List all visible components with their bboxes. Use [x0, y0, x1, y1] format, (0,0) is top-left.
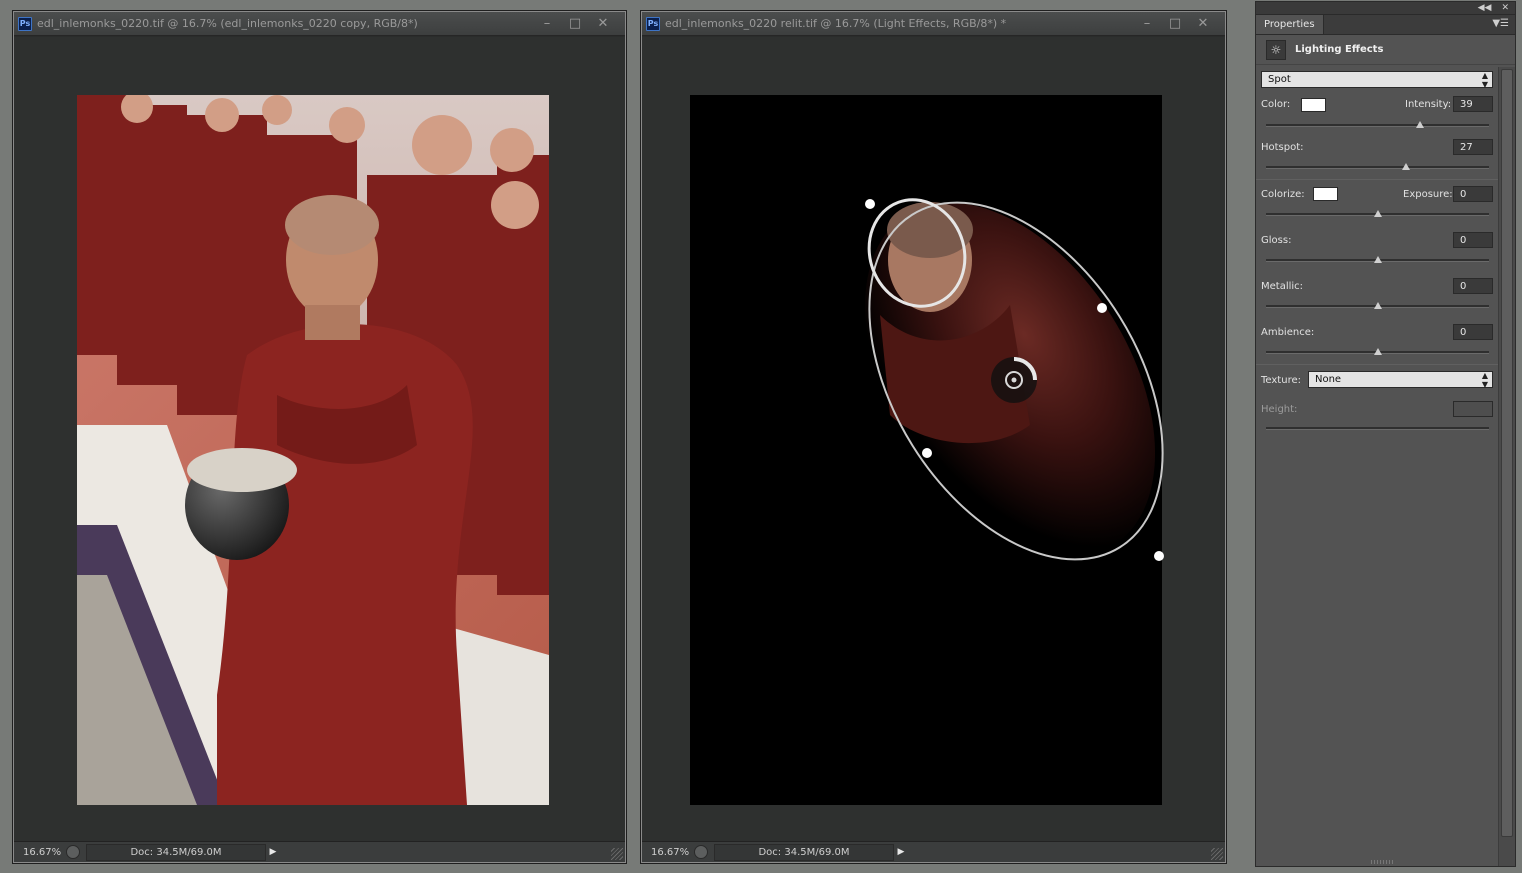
hotspot-label: Hotspot: — [1261, 142, 1304, 153]
resize-grip-icon[interactable] — [611, 848, 623, 860]
ambience-slider[interactable] — [1266, 348, 1489, 355]
photoshop-icon: Ps — [646, 16, 660, 31]
height-label: Height: — [1261, 404, 1298, 415]
window-title: edl_inlemonks_0220.tif @ 16.7% (edl_inle… — [37, 17, 418, 30]
document-window-original[interactable]: Ps edl_inlemonks_0220.tif @ 16.7% (edl_i… — [12, 10, 627, 864]
minimize-button[interactable]: – — [1133, 14, 1161, 34]
panel-tabbar: Properties ▼☰ — [1256, 15, 1515, 35]
spot-handle-top[interactable] — [865, 199, 875, 209]
intensity-label: Intensity: — [1405, 99, 1452, 110]
close-button[interactable]: ✕ — [1189, 14, 1217, 34]
panel-header-label: Lighting Effects — [1295, 44, 1384, 55]
properties-panel[interactable]: ◀◀ ✕ Properties ▼☰ ☼ Lighting Effects Sp… — [1255, 1, 1516, 867]
metallic-input[interactable]: 0 — [1453, 278, 1493, 294]
height-input — [1453, 401, 1493, 417]
panel-menu-icon[interactable]: ▼☰ — [1492, 18, 1509, 29]
maximize-button[interactable]: □ — [561, 14, 589, 34]
gloss-input[interactable]: 0 — [1453, 232, 1493, 248]
panel-resize-grip-icon[interactable] — [1371, 860, 1395, 864]
window-title: edl_inlemonks_0220 relit.tif @ 16.7% (Li… — [665, 17, 1007, 30]
maximize-button[interactable]: □ — [1161, 14, 1189, 34]
exposure-label: Exposure: — [1403, 189, 1453, 200]
exposure-input[interactable]: 0 — [1453, 186, 1493, 202]
spot-handle-bottom[interactable] — [1154, 551, 1164, 561]
texture-value: None — [1315, 374, 1342, 385]
panel-header: ☼ Lighting Effects — [1256, 35, 1515, 65]
close-button[interactable]: ✕ — [589, 14, 617, 34]
light-type-select[interactable]: Spot ▲ ▼ — [1261, 70, 1493, 89]
tab-properties[interactable]: Properties — [1256, 15, 1324, 34]
select-arrows-icon: ▲ ▼ — [1481, 70, 1488, 89]
light-center-icon[interactable] — [991, 357, 1037, 403]
photoshop-icon: Ps — [18, 16, 32, 31]
window-titlebar[interactable]: Ps edl_inlemonks_0220.tif @ 16.7% (edl_i… — [14, 12, 625, 36]
status-info-icon[interactable] — [66, 845, 80, 859]
gloss-label: Gloss: — [1261, 235, 1292, 246]
status-menu-arrow-icon[interactable]: ▶ — [894, 844, 908, 861]
panel-scrollbar[interactable] — [1498, 67, 1515, 866]
lighting-effects-icon: ☼ — [1266, 39, 1286, 60]
texture-select[interactable]: None ▲ ▼ — [1308, 370, 1493, 389]
doc-size-info: Doc: 34.5M/69.0M — [86, 843, 266, 861]
ambience-label: Ambience: — [1261, 327, 1315, 338]
resize-grip-icon[interactable] — [1211, 848, 1223, 860]
canvas-area[interactable] — [642, 37, 1225, 841]
spot-handle-right[interactable] — [1097, 303, 1107, 313]
collapse-panels-icon[interactable]: ◀◀ — [1478, 3, 1492, 13]
metallic-label: Metallic: — [1261, 281, 1304, 292]
gloss-slider-thumb[interactable] — [1373, 256, 1382, 263]
zoom-level[interactable]: 16.67% — [642, 847, 694, 858]
spot-light-overlay[interactable] — [642, 37, 1225, 841]
intensity-slider[interactable] — [1266, 121, 1489, 128]
ambience-slider-thumb[interactable] — [1373, 348, 1382, 355]
light-type-value: Spot — [1268, 74, 1291, 85]
metallic-slider[interactable] — [1266, 302, 1489, 309]
spot-handle-left[interactable] — [922, 448, 932, 458]
height-slider — [1266, 427, 1489, 430]
gloss-slider[interactable] — [1266, 256, 1489, 263]
panel-scroll-thumb[interactable] — [1501, 69, 1513, 837]
document-window-relit[interactable]: Ps edl_inlemonks_0220 relit.tif @ 16.7% … — [640, 10, 1227, 864]
intensity-slider-thumb[interactable] — [1415, 121, 1424, 128]
hotspot-input[interactable]: 27 — [1453, 139, 1493, 155]
ambience-input[interactable]: 0 — [1453, 324, 1493, 340]
metallic-slider-thumb[interactable] — [1373, 302, 1382, 309]
status-bar: 16.67% Doc: 34.5M/69.0M ▶ — [642, 841, 1225, 862]
hotspot-slider[interactable] — [1266, 163, 1489, 170]
minimize-button[interactable]: – — [533, 14, 561, 34]
intensity-input[interactable]: 39 — [1453, 96, 1493, 112]
colorize-label: Colorize: — [1261, 189, 1305, 200]
hotspot-slider-thumb[interactable] — [1402, 163, 1411, 170]
zoom-level[interactable]: 16.67% — [14, 847, 66, 858]
close-panel-icon[interactable]: ✕ — [1501, 3, 1509, 13]
section-divider — [1256, 364, 1499, 365]
select-arrows-icon: ▲ ▼ — [1481, 370, 1488, 389]
panel-topbar: ◀◀ ✕ — [1256, 2, 1515, 15]
status-menu-arrow-icon[interactable]: ▶ — [266, 844, 280, 861]
window-titlebar[interactable]: Ps edl_inlemonks_0220 relit.tif @ 16.7% … — [642, 12, 1225, 36]
color-label: Color: — [1261, 99, 1291, 110]
canvas-area[interactable] — [14, 37, 625, 841]
doc-size-info: Doc: 34.5M/69.0M — [714, 843, 894, 861]
exposure-slider[interactable] — [1266, 210, 1489, 217]
exposure-slider-thumb[interactable] — [1373, 210, 1382, 217]
colorize-swatch[interactable] — [1313, 187, 1338, 201]
photo-original — [77, 95, 549, 805]
status-info-icon[interactable] — [694, 845, 708, 859]
texture-label: Texture: — [1261, 375, 1301, 386]
status-bar: 16.67% Doc: 34.5M/69.0M ▶ — [14, 841, 625, 862]
light-color-swatch[interactable] — [1301, 98, 1326, 112]
section-divider — [1256, 179, 1499, 180]
